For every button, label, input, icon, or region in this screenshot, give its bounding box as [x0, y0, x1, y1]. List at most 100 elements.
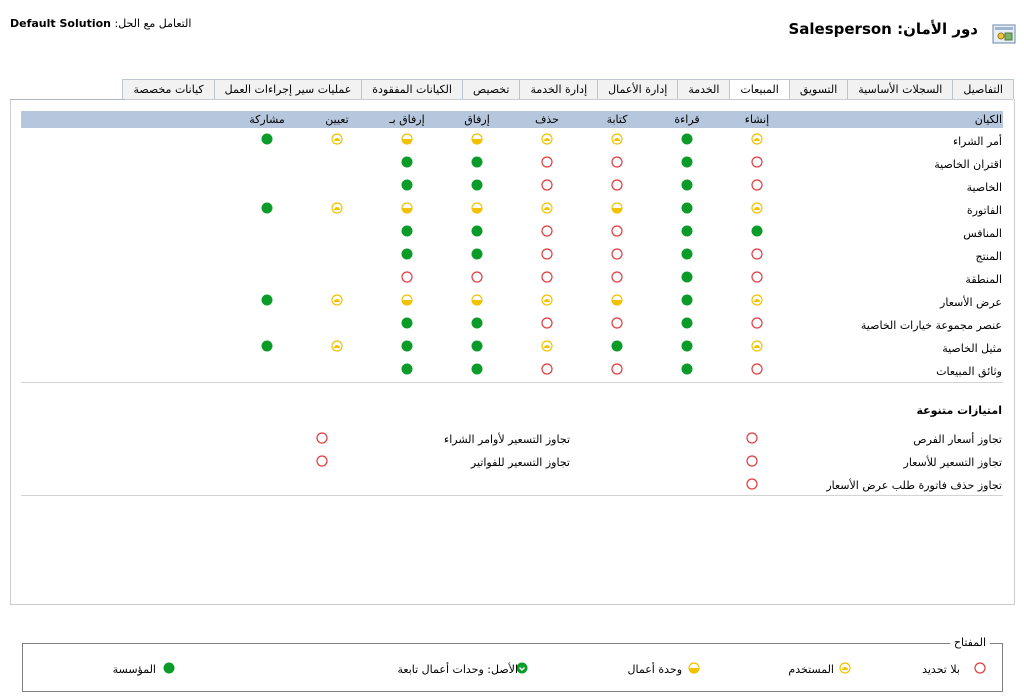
organization-level-icon[interactable] — [471, 363, 483, 375]
tab-7[interactable]: تخصيص — [461, 79, 521, 99]
organization-level-icon[interactable] — [401, 363, 413, 375]
organization-level-icon[interactable] — [471, 156, 483, 168]
tab-8[interactable]: الكيانات المفقودة — [361, 79, 463, 99]
organization-level-icon[interactable] — [751, 225, 763, 237]
none-level-icon[interactable] — [401, 271, 413, 283]
organization-level-icon[interactable] — [261, 202, 273, 214]
none-level-icon[interactable] — [541, 225, 553, 237]
organization-level-icon[interactable] — [681, 225, 693, 237]
user-level-icon[interactable] — [541, 133, 553, 145]
tab-6[interactable]: إدارة الخدمة — [519, 79, 599, 99]
none-level-icon[interactable] — [541, 271, 553, 283]
organization-level-icon[interactable] — [261, 340, 273, 352]
business-unit-level-icon[interactable] — [401, 133, 413, 145]
business-unit-level-icon[interactable] — [401, 294, 413, 306]
tab-4[interactable]: الخدمة — [677, 79, 731, 99]
organization-level-icon[interactable] — [261, 133, 273, 145]
column-header-6: تعيين — [325, 113, 349, 126]
user-level-icon[interactable] — [541, 202, 553, 214]
none-level-icon[interactable] — [611, 225, 623, 237]
organization-level-icon[interactable] — [471, 248, 483, 260]
tab-9[interactable]: عمليات سير إجراءات العمل — [213, 79, 363, 99]
business-unit-level-icon[interactable] — [471, 294, 483, 306]
none-level-icon[interactable] — [541, 248, 553, 260]
organization-level-icon[interactable] — [471, 317, 483, 329]
organization-level-icon[interactable] — [681, 202, 693, 214]
organization-level-icon[interactable] — [471, 340, 483, 352]
misc-privilege-label: تجاوز أسعار الفرص — [913, 433, 1002, 446]
none-level-icon[interactable] — [751, 248, 763, 260]
none-level-icon[interactable] — [751, 317, 763, 329]
none-level-icon[interactable] — [751, 363, 763, 375]
tab-0[interactable]: التفاصيل — [952, 79, 1014, 99]
user-level-icon[interactable] — [331, 294, 343, 306]
business-unit-level-icon[interactable] — [471, 133, 483, 145]
user-level-icon[interactable] — [751, 133, 763, 145]
user-level-icon[interactable] — [541, 294, 553, 306]
tab-1[interactable]: السجلات الأساسية — [847, 79, 954, 99]
organization-level-icon[interactable] — [471, 225, 483, 237]
business-unit-level-icon[interactable] — [401, 202, 413, 214]
organization-level-icon[interactable] — [471, 179, 483, 191]
none-level-icon[interactable] — [611, 179, 623, 191]
legend-label: وحدة أعمال — [627, 663, 682, 676]
misc-privileges-title: امتيازات متنوعة — [916, 404, 1002, 417]
organization-level-icon[interactable] — [681, 294, 693, 306]
none-level-icon[interactable] — [611, 248, 623, 260]
none-level-icon[interactable] — [316, 432, 328, 444]
column-header-0: إنشاء — [744, 113, 770, 126]
business-unit-level-icon[interactable] — [611, 294, 623, 306]
none-level-icon[interactable] — [751, 271, 763, 283]
organization-level-icon[interactable] — [681, 179, 693, 191]
organization-level-icon[interactable] — [401, 317, 413, 329]
user-level-icon[interactable] — [751, 294, 763, 306]
organization-level-icon[interactable] — [401, 156, 413, 168]
none-level-icon[interactable] — [611, 317, 623, 329]
none-level-icon[interactable] — [611, 156, 623, 168]
tab-3[interactable]: المبيعات — [729, 79, 790, 100]
none-level-icon[interactable] — [746, 455, 758, 467]
none-level-icon[interactable] — [316, 455, 328, 467]
organization-level-icon[interactable] — [681, 340, 693, 352]
organization-level-icon[interactable] — [261, 294, 273, 306]
none-level-icon[interactable] — [746, 432, 758, 444]
none-level-icon[interactable] — [541, 179, 553, 191]
user-level-icon[interactable] — [331, 133, 343, 145]
none-level-icon[interactable] — [541, 363, 553, 375]
none-level-icon[interactable] — [611, 271, 623, 283]
column-header-3: حذف — [535, 113, 559, 126]
user-level-icon — [839, 662, 851, 674]
none-level-icon[interactable] — [751, 179, 763, 191]
user-level-icon[interactable] — [541, 340, 553, 352]
tab-2[interactable]: التسويق — [788, 79, 849, 99]
user-level-icon[interactable] — [611, 133, 623, 145]
organization-level-icon[interactable] — [401, 225, 413, 237]
organization-level-icon[interactable] — [401, 179, 413, 191]
organization-level-icon[interactable] — [681, 248, 693, 260]
misc-privilege-label: تجاوز حذف فاتورة طلب عرض الأسعار — [826, 479, 1002, 492]
none-level-icon[interactable] — [541, 156, 553, 168]
user-level-icon[interactable] — [751, 202, 763, 214]
business-unit-level-icon[interactable] — [611, 202, 623, 214]
none-level-icon[interactable] — [471, 271, 483, 283]
tab-5[interactable]: إدارة الأعمال — [597, 79, 679, 99]
organization-level-icon[interactable] — [681, 363, 693, 375]
organization-level-icon[interactable] — [401, 248, 413, 260]
none-level-icon[interactable] — [746, 478, 758, 490]
organization-level-icon[interactable] — [681, 271, 693, 283]
user-level-icon[interactable] — [751, 340, 763, 352]
business-unit-level-icon[interactable] — [471, 202, 483, 214]
organization-level-icon[interactable] — [681, 156, 693, 168]
organization-level-icon[interactable] — [401, 340, 413, 352]
misc-privilege-label: تجاوز التسعير للفواتير — [470, 456, 570, 469]
organization-level-icon[interactable] — [611, 340, 623, 352]
none-level-icon — [974, 662, 986, 674]
organization-level-icon[interactable] — [681, 317, 693, 329]
user-level-icon[interactable] — [331, 202, 343, 214]
tab-10[interactable]: كيانات مخصصة — [122, 79, 215, 99]
none-level-icon[interactable] — [611, 363, 623, 375]
user-level-icon[interactable] — [331, 340, 343, 352]
none-level-icon[interactable] — [751, 156, 763, 168]
organization-level-icon[interactable] — [681, 133, 693, 145]
none-level-icon[interactable] — [541, 317, 553, 329]
